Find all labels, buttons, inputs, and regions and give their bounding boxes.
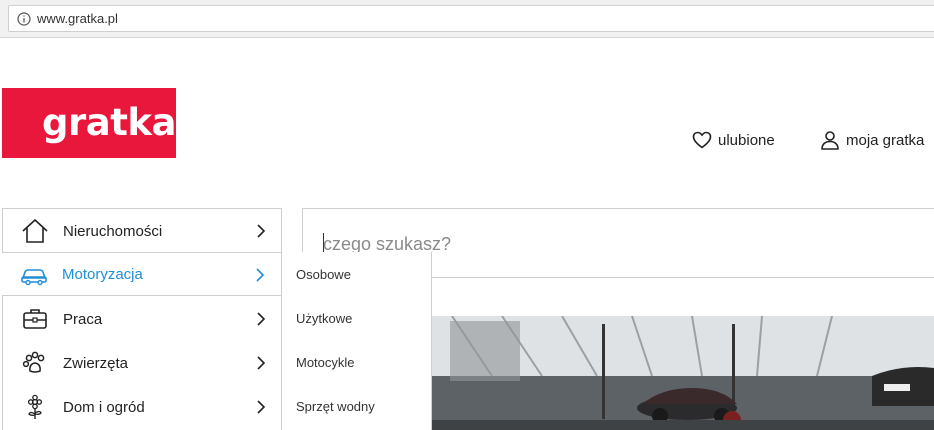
chevron-right-icon — [257, 356, 266, 370]
category-dom-i-ogrod[interactable]: Dom i ogród — [3, 385, 281, 429]
gratka-logo[interactable]: gratka — [2, 88, 176, 158]
submenu-item-osobowe[interactable]: Osobowe — [296, 267, 351, 282]
house-icon — [22, 219, 48, 243]
favorites-label: ulubione — [718, 131, 775, 149]
url-text: www.gratka.pl — [37, 11, 118, 26]
logo-text: gratka — [42, 101, 176, 144]
url-field[interactable]: www.gratka.pl — [8, 5, 934, 32]
category-nieruchomosci[interactable]: Nieruchomości — [3, 209, 281, 253]
submenu-item-uzytkowe[interactable]: Użytkowe — [296, 311, 352, 326]
chevron-right-icon — [256, 268, 265, 282]
user-icon — [821, 131, 839, 150]
promo-banner-image[interactable] — [432, 316, 934, 430]
submenu-item-motocykle[interactable]: Motocykle — [296, 355, 355, 370]
category-label: Motoryzacja — [62, 265, 143, 283]
browser-address-bar: www.gratka.pl — [0, 0, 934, 38]
account-link[interactable]: moja gratka — [820, 128, 924, 152]
category-zwierzeta[interactable]: Zwierzęta — [3, 341, 281, 385]
briefcase-icon — [23, 309, 47, 329]
motoryzacja-submenu: Osobowe Użytkowe Motocykle Sprzęt wodny — [281, 252, 432, 430]
garage-illustration — [432, 316, 934, 430]
info-icon[interactable] — [17, 12, 31, 26]
category-label: Zwierzęta — [63, 354, 129, 372]
submenu-item-sprzet-wodny[interactable]: Sprzęt wodny — [296, 399, 375, 414]
paw-icon — [22, 351, 45, 373]
category-praca[interactable]: Praca — [3, 297, 281, 341]
heart-icon — [692, 131, 712, 149]
favorites-link[interactable]: ulubione — [692, 128, 775, 152]
car-icon — [21, 269, 47, 286]
chevron-right-icon — [257, 400, 266, 414]
flower-icon — [27, 394, 43, 419]
chevron-right-icon — [257, 224, 266, 238]
category-label: Praca — [63, 310, 103, 328]
category-label: Nieruchomości — [63, 222, 163, 240]
chevron-right-icon — [257, 312, 266, 326]
category-label: Dom i ogród — [63, 398, 145, 416]
category-sidebar: Nieruchomości Motoryzacja Praca Zwierzęt… — [2, 208, 432, 430]
account-label: moja gratka — [846, 131, 925, 149]
